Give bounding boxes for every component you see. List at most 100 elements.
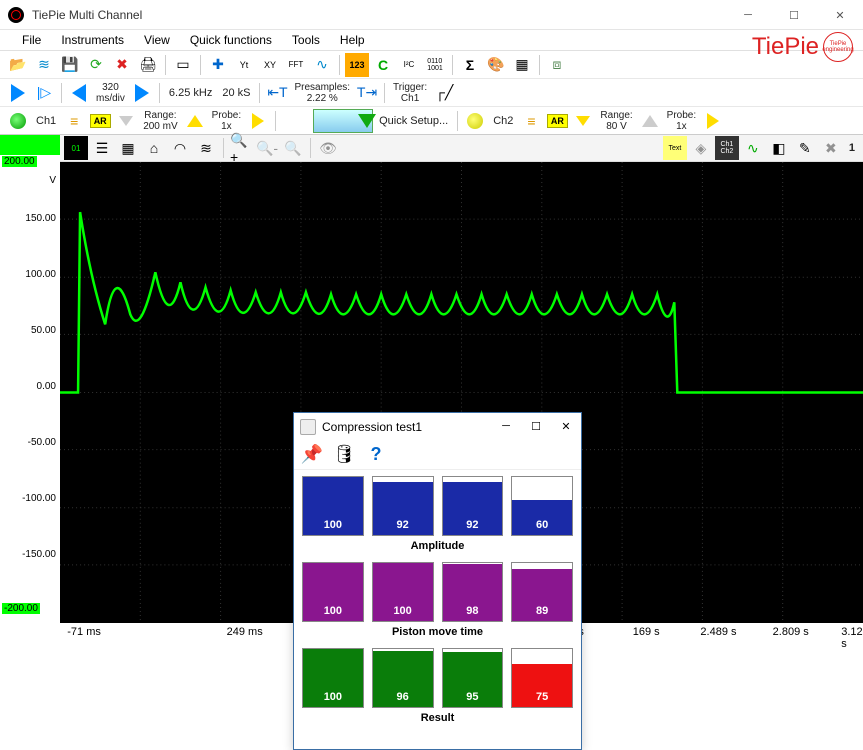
ch1-range-up-icon[interactable] <box>183 109 207 133</box>
ch2-probe[interactable]: Probe:1x <box>664 110 699 132</box>
envelope-icon[interactable]: ⌂ <box>142 136 166 160</box>
menu-instruments[interactable]: Instruments <box>51 31 134 49</box>
t-right-icon[interactable]: T⇥ <box>355 81 379 105</box>
delete-icon[interactable]: ✖ <box>110 53 134 77</box>
dialog-titlebar[interactable]: Compression test1 ─ ☐ ✕ <box>294 413 581 440</box>
persist-icon[interactable]: ◠ <box>168 136 192 160</box>
menu-quick[interactable]: Quick functions <box>180 31 282 49</box>
zoom-out-icon[interactable]: 🔍- <box>255 136 279 160</box>
bar-cylinder-1: 100 <box>302 476 364 536</box>
open-icon[interactable]: 📂 <box>6 53 30 77</box>
menu-view[interactable]: View <box>134 31 180 49</box>
math-icon[interactable]: ≋ <box>194 136 218 160</box>
ch2-range-down-icon[interactable] <box>571 109 595 133</box>
table-icon[interactable]: ▦ <box>510 53 534 77</box>
comment-icon[interactable]: Text <box>663 136 687 160</box>
ch2-range-up-icon[interactable] <box>638 109 662 133</box>
piston-config-icon[interactable]: 🛢 <box>332 443 356 467</box>
trigger-source[interactable]: Trigger:Ch1 <box>390 82 430 104</box>
result-label: Result <box>302 712 573 724</box>
quicksetup-icon[interactable] <box>313 109 373 133</box>
print-icon[interactable]: 🖨 <box>136 53 160 77</box>
help-icon[interactable]: ? <box>364 443 388 467</box>
ch1-coupling-icon[interactable]: ≡ <box>62 109 86 133</box>
zoom-in-icon[interactable]: 🔍+ <box>229 136 253 160</box>
ch2-ar-badge[interactable]: AR <box>545 109 569 133</box>
fft-mode-icon[interactable]: FFT <box>284 53 308 77</box>
serial-icon[interactable]: 01101001 <box>423 53 447 77</box>
bar-cylinder-2: 92 <box>372 476 434 536</box>
bar-cylinder-3: 98 <box>442 562 504 622</box>
presamples[interactable]: Presamples:2.22 % <box>291 82 353 104</box>
grid-icon[interactable]: ▦ <box>116 136 140 160</box>
brand-circle-icon: TiePie engineering <box>823 32 853 62</box>
close-graph-icon[interactable]: ✖ <box>819 136 843 160</box>
layout-icon[interactable]: ▭ <box>171 53 195 77</box>
menu-tools[interactable]: Tools <box>282 31 330 49</box>
bar-cylinder-2: 96 <box>372 648 434 708</box>
yt-mode-icon[interactable]: Yt <box>232 53 256 77</box>
t-left-icon[interactable]: ⇤T <box>265 81 289 105</box>
sine-icon[interactable]: ∿ <box>741 136 765 160</box>
visibility-icon[interactable]: 👁 <box>316 136 340 160</box>
toolbar-row-3: Ch1 ≡ AR Range:200 mV Probe:1x Quick Set… <box>0 107 863 135</box>
step-icon[interactable]: |▷ <box>32 81 56 105</box>
add-graph-icon[interactable]: ✚ <box>206 53 230 77</box>
play-icon[interactable] <box>6 81 30 105</box>
ch2-coupling-icon[interactable]: ≡ <box>519 109 543 133</box>
edit-icon[interactable]: ✎ <box>793 136 817 160</box>
pin-icon[interactable]: 📌 <box>300 443 324 467</box>
zoom-reset-icon[interactable]: 🔍 <box>281 136 305 160</box>
colorwheel-icon[interactable]: 🎨 <box>484 53 508 77</box>
ch1-indicator[interactable] <box>6 109 30 133</box>
align-icon[interactable]: ☰ <box>90 136 114 160</box>
sigma-icon[interactable]: Σ <box>458 53 482 77</box>
xy-mode-icon[interactable]: XY <box>258 53 282 77</box>
next-icon[interactable] <box>130 81 154 105</box>
prev-icon[interactable] <box>67 81 91 105</box>
refresh-icon[interactable]: ⟳ <box>84 53 108 77</box>
ch2-range[interactable]: Range:80 V <box>597 110 635 132</box>
quicksetup-button[interactable]: Quick Setup... <box>375 115 452 127</box>
measure-icon[interactable]: ◧ <box>767 136 791 160</box>
save-icon[interactable]: 💾 <box>58 53 82 77</box>
ch1-ar-badge[interactable]: AR <box>88 109 112 133</box>
waveform-icon[interactable]: ∿ <box>310 53 334 77</box>
timebase-speed[interactable]: 320ms/div <box>93 82 128 104</box>
trigger-edge-icon[interactable]: ┌╱ <box>432 81 456 105</box>
menu-file[interactable]: File <box>12 31 51 49</box>
chip-icon[interactable]: ⧈ <box>545 53 569 77</box>
ch1-probe-icon[interactable] <box>246 109 270 133</box>
minimize-button[interactable]: ─ <box>725 0 771 30</box>
dialog-minimize-button[interactable]: ─ <box>491 413 521 439</box>
i2c-icon[interactable]: I²C <box>397 53 421 77</box>
bar-cylinder-1: 100 <box>302 648 364 708</box>
ch1-label[interactable]: Ch1 <box>32 115 60 127</box>
channels-icon[interactable]: Ch1Ch2 <box>715 136 739 160</box>
compression-dialog[interactable]: Compression test1 ─ ☐ ✕ 📌 🛢 ? 100929260 … <box>293 412 582 750</box>
save-waveform-icon[interactable]: ≋ <box>32 53 56 77</box>
y-axis-header[interactable] <box>0 135 60 155</box>
sample-rate[interactable]: 6.25 kHz <box>165 87 216 99</box>
y-unit: V <box>49 175 56 186</box>
ch2-label[interactable]: Ch2 <box>489 115 517 127</box>
cursor-c-icon[interactable]: C <box>371 53 395 77</box>
close-button[interactable]: ✕ <box>817 0 863 30</box>
ch2-probe-icon[interactable] <box>701 109 725 133</box>
ch2-indicator[interactable] <box>463 109 487 133</box>
sample-count[interactable]: 20 kS <box>218 87 254 99</box>
maximize-button[interactable]: ☐ <box>771 0 817 30</box>
window-title: TiePie Multi Channel <box>32 8 142 22</box>
menu-help[interactable]: Help <box>330 31 375 49</box>
counter-icon[interactable]: 123 <box>345 53 369 77</box>
grid-fit-icon[interactable]: 01 <box>64 136 88 160</box>
ch1-probe[interactable]: Probe:1x <box>209 110 244 132</box>
ch1-range[interactable]: Range:200 mV <box>140 110 180 132</box>
bar-cylinder-4: 60 <box>511 476 573 536</box>
dialog-maximize-button[interactable]: ☐ <box>521 413 551 439</box>
dialog-close-button[interactable]: ✕ <box>551 413 581 439</box>
piston-icon <box>300 419 316 435</box>
cursors-icon[interactable]: ◈ <box>689 136 713 160</box>
ch1-range-down-icon[interactable] <box>114 109 138 133</box>
app-icon <box>8 7 24 23</box>
